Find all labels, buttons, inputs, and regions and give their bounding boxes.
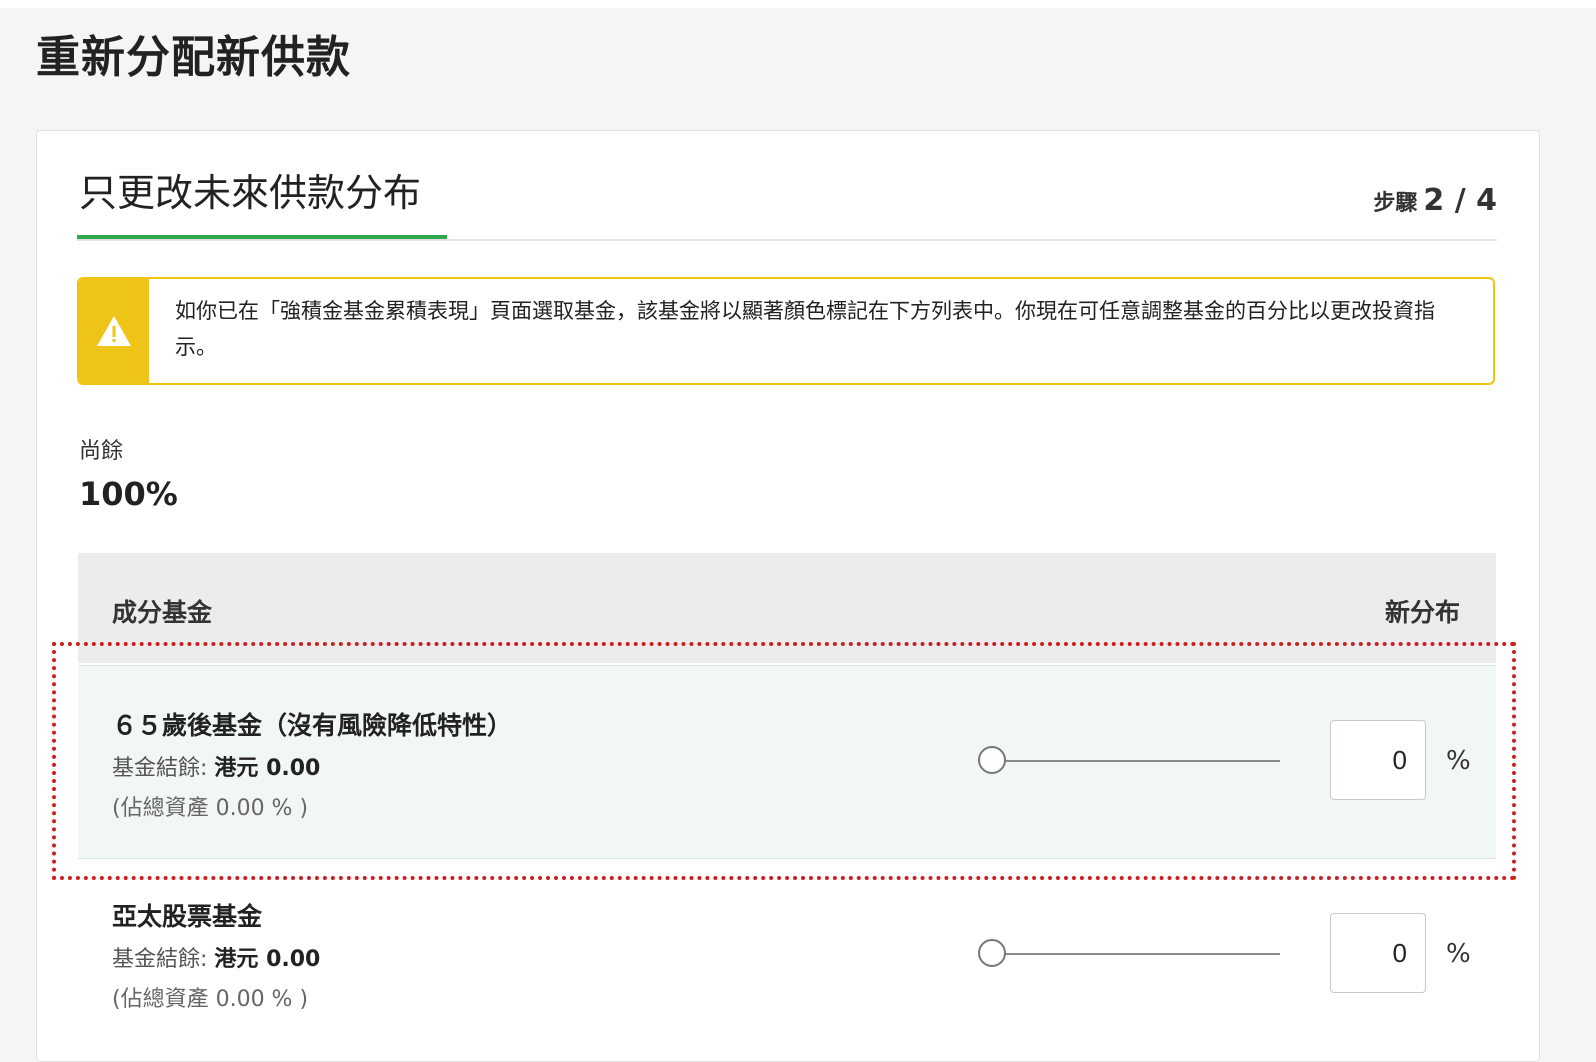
step-header: 只更改未來供款分布 步驟 2 / 4 bbox=[77, 161, 1497, 241]
fund-share: (佔總資產 0.00 % ) bbox=[112, 987, 309, 1012]
step-indicator: 步驟 2 / 4 bbox=[1373, 183, 1497, 218]
fund-balance-label: 基金結餘: bbox=[112, 947, 208, 972]
top-strip bbox=[0, 0, 1596, 8]
step-word: 步驟 bbox=[1373, 191, 1418, 216]
warning-icon bbox=[97, 316, 131, 346]
slider-track bbox=[992, 953, 1280, 955]
page-title: 重新分配新供款 bbox=[36, 32, 351, 83]
fund-row: 亞太股票基金 基金結餘: 港元 0.00 (佔總資產 0.00 % ) % bbox=[78, 859, 1496, 1051]
percent-input[interactable] bbox=[1330, 913, 1426, 993]
remaining-label: 尚餘 bbox=[79, 439, 124, 464]
step-value: 2 / 4 bbox=[1423, 183, 1497, 218]
percent-sign: % bbox=[1446, 939, 1471, 969]
warning-notice: 如你已在「強積金基金累積表現」頁面選取基金，該基金將以顯著顏色標記在下方列表中。… bbox=[77, 277, 1495, 385]
column-header-fund: 成分基金 bbox=[112, 598, 213, 627]
slider-thumb[interactable] bbox=[978, 939, 1006, 967]
notice-stripe bbox=[79, 279, 149, 383]
allocation-card: 只更改未來供款分布 步驟 2 / 4 如你已在「強積金基金累積表現」頁面選取基金，… bbox=[36, 130, 1540, 1062]
section-title-underline bbox=[77, 235, 447, 239]
fund-name: 亞太股票基金 bbox=[112, 902, 263, 931]
remaining-value: 100% bbox=[79, 475, 178, 513]
column-header-allocation: 新分布 bbox=[1384, 598, 1460, 627]
allocation-slider[interactable] bbox=[978, 937, 1282, 971]
notice-text: 如你已在「強積金基金累積表現」頁面選取基金，該基金將以顯著顏色標記在下方列表中。… bbox=[175, 299, 1435, 359]
highlight-annotation-frame bbox=[52, 642, 1516, 880]
section-title: 只更改未來供款分布 bbox=[79, 171, 422, 215]
fund-balance-amount: 港元 0.00 bbox=[214, 947, 321, 972]
fund-balance: 基金結餘: 港元 0.00 bbox=[112, 941, 320, 973]
